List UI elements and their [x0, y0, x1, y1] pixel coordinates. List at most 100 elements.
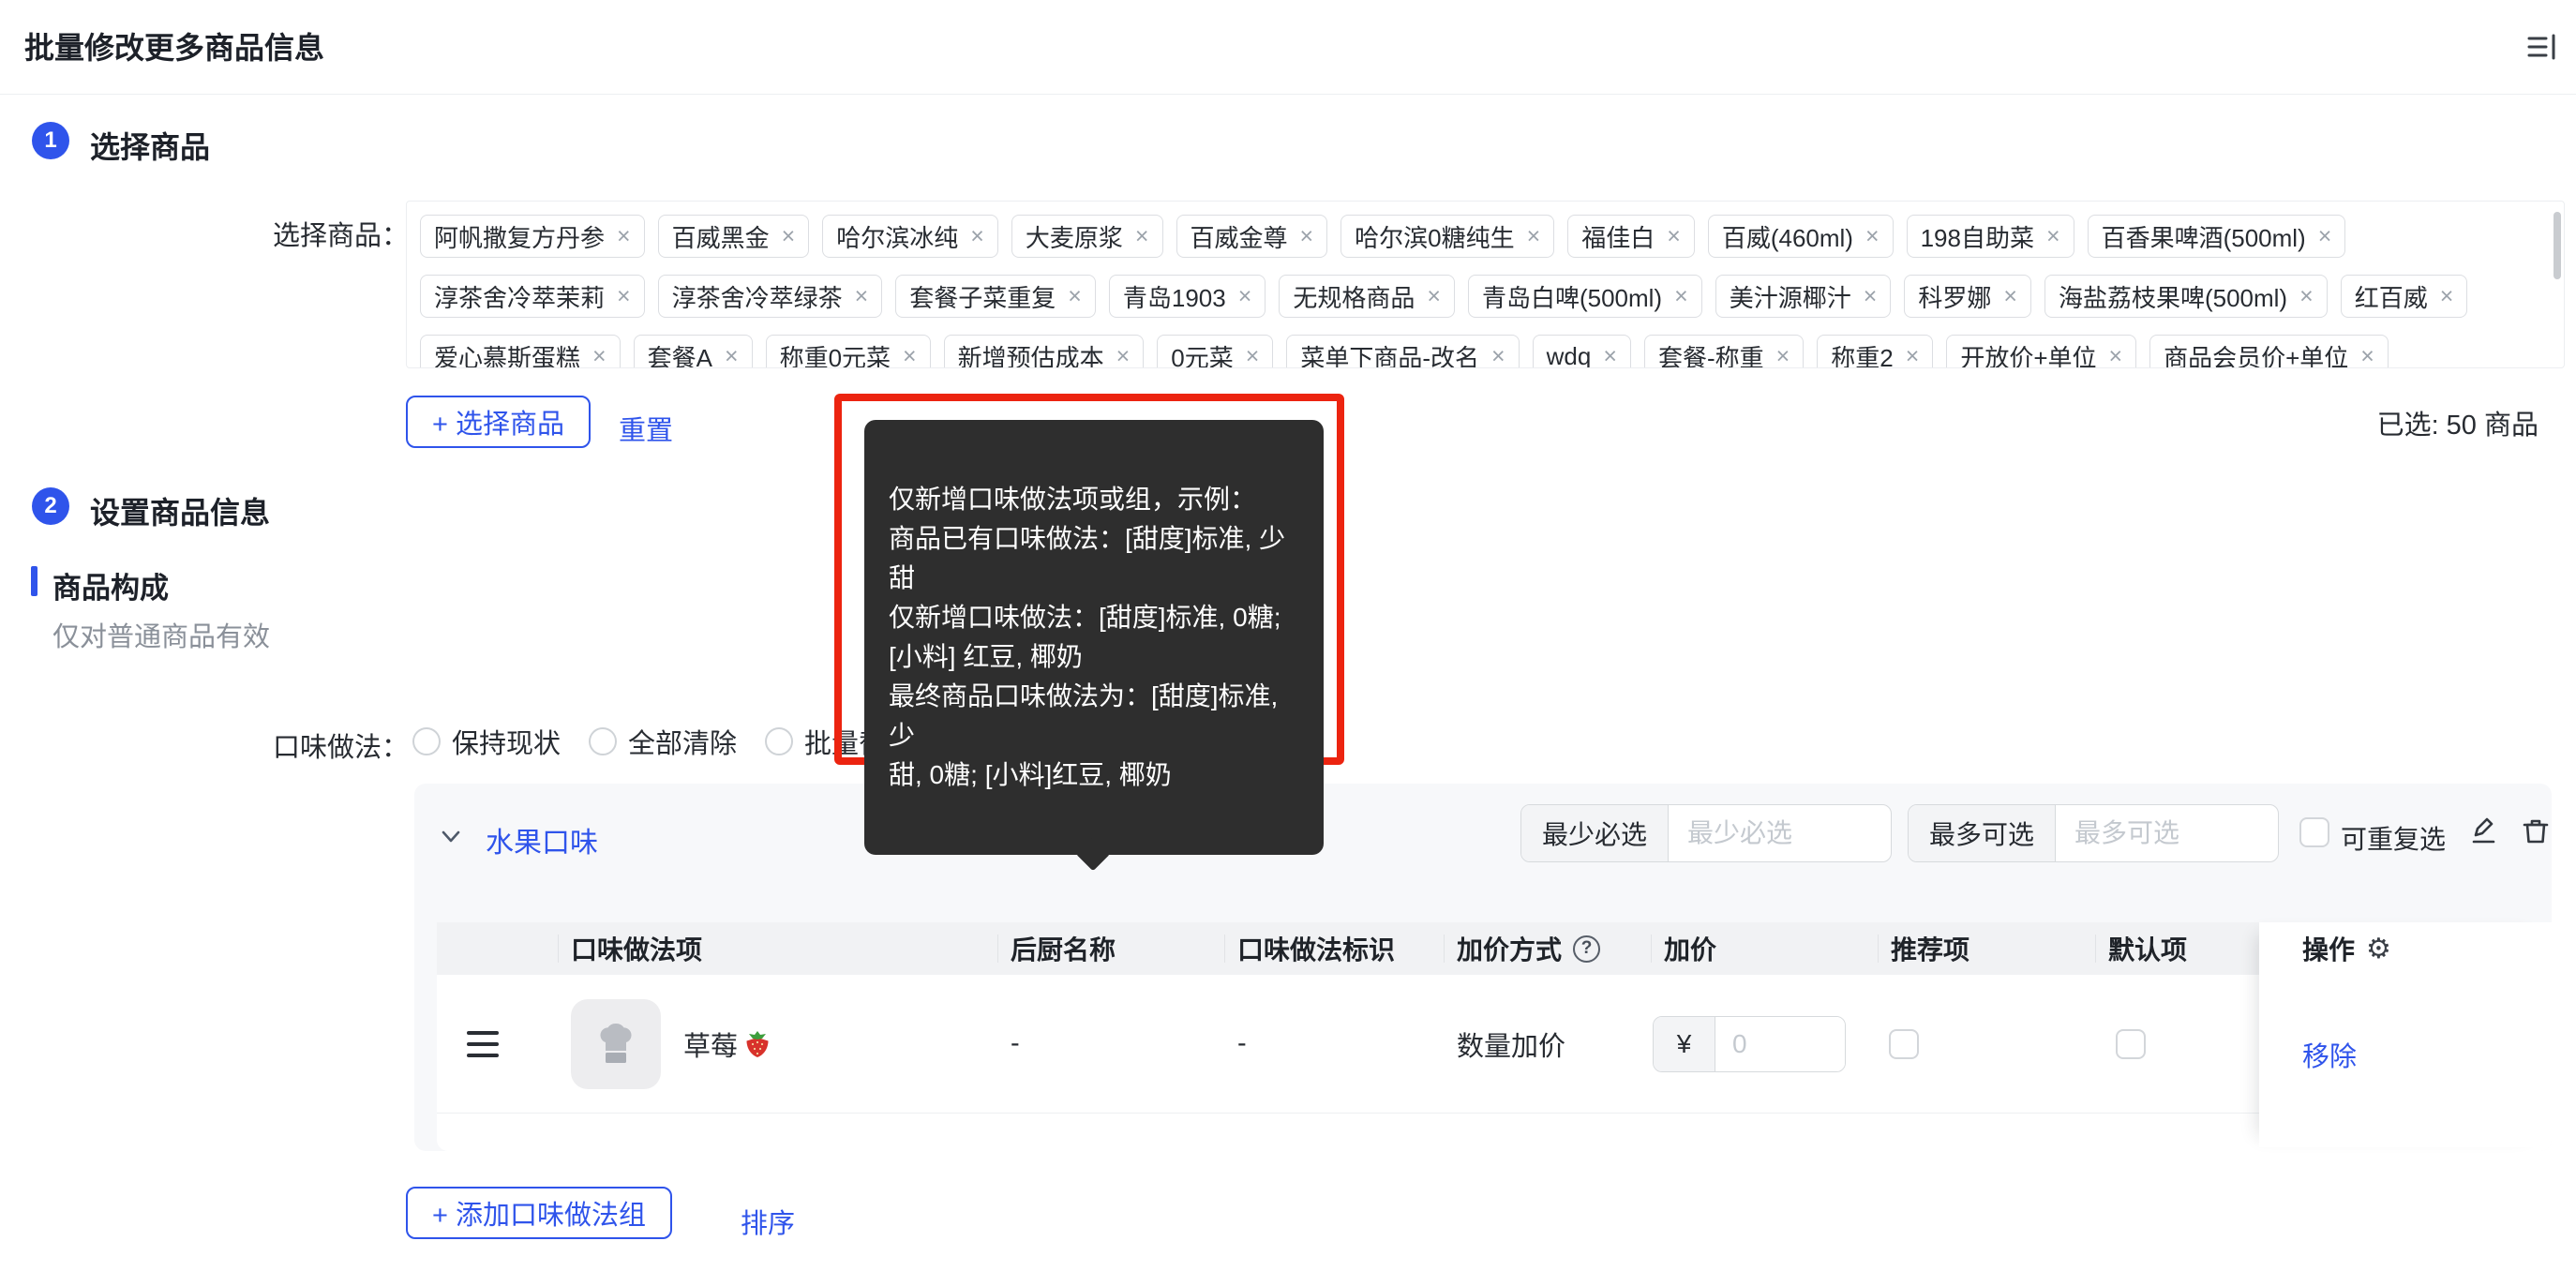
remove-tag-icon[interactable]: ×	[970, 223, 984, 250]
radio-keep-current[interactable]: 保持现状	[412, 722, 561, 761]
remove-tag-icon[interactable]: ×	[1603, 343, 1617, 368]
tagbox-scrollbar[interactable]	[2554, 212, 2561, 279]
item-name: 草莓	[683, 1031, 739, 1062]
header-cell-drag	[437, 922, 558, 975]
product-tag: 开放价+单位 ×	[1946, 335, 2137, 368]
product-tag: 新增预估成本 ×	[943, 335, 1145, 368]
remove-tag-icon[interactable]: ×	[617, 223, 631, 250]
radio-icon[interactable]	[765, 727, 794, 755]
product-tag-label: 百威金尊	[1190, 223, 1288, 252]
remove-tag-icon[interactable]: ×	[1068, 283, 1082, 310]
repeatable-label: 可重复选	[2341, 825, 2447, 854]
remove-tag-icon[interactable]: ×	[855, 283, 869, 310]
min-select-group: 最少必选	[1520, 804, 1892, 862]
cell-item: 草莓	[558, 998, 997, 1089]
remove-tag-icon[interactable]: ×	[1776, 343, 1790, 368]
remove-tag-icon[interactable]: ×	[1491, 343, 1505, 368]
remove-tag-icon[interactable]: ×	[2299, 283, 2314, 310]
item-image-placeholder	[571, 998, 661, 1089]
repeatable-checkbox[interactable]	[2299, 817, 2329, 847]
product-tag-label: 百香果啤酒(500ml)	[2101, 223, 2306, 252]
select-products-button[interactable]: + 选择商品	[406, 396, 591, 448]
price-input-group: ¥	[1653, 1015, 1846, 1072]
remove-tag-icon[interactable]: ×	[2360, 343, 2374, 368]
remove-tag-icon[interactable]: ×	[2046, 223, 2060, 250]
product-tag-label: 美汁源椰汁	[1729, 283, 1851, 312]
remove-tag-icon[interactable]: ×	[1116, 343, 1131, 368]
chevron-down-icon[interactable]	[439, 825, 463, 849]
radio-icon[interactable]	[589, 727, 618, 755]
step-2-title: 设置商品信息	[90, 496, 271, 530]
product-tag: 套餐子菜重复 ×	[895, 275, 1096, 318]
product-tag-label: 爱心慕斯蛋糕	[434, 343, 581, 368]
selected-products-box[interactable]: 阿帆撒复方丹参 × 百威黑金 × 哈尔滨冰纯 × 大麦原浆 × 百威金尊 × 哈…	[406, 201, 2565, 368]
radio-icon[interactable]	[412, 727, 441, 755]
remove-tag-icon[interactable]: ×	[617, 283, 631, 310]
remove-tag-icon[interactable]: ×	[1527, 223, 1541, 250]
remove-tag-icon[interactable]: ×	[1864, 283, 1878, 310]
remove-tag-icon[interactable]: ×	[2003, 283, 2017, 310]
product-tag: 称重2 ×	[1817, 335, 1934, 368]
remove-tag-icon[interactable]: ×	[592, 343, 607, 368]
cell-kitchen-name: -	[1011, 1028, 1020, 1058]
product-tag: 无规格商品 ×	[1279, 275, 1455, 318]
product-tag: 百威金尊 ×	[1176, 215, 1328, 258]
radio-clear-all[interactable]: 全部清除	[589, 722, 737, 761]
currency-addon: ¥	[1654, 1016, 1715, 1071]
chef-hat-icon	[600, 1023, 632, 1063]
delete-icon[interactable]	[2520, 815, 2552, 847]
max-select-input[interactable]	[2056, 805, 2278, 861]
select-products-label: 选择商品：	[272, 221, 409, 251]
product-tag-label: 科罗娜	[1918, 283, 1992, 312]
remove-tag-icon[interactable]: ×	[1674, 283, 1688, 310]
product-tag: 百威(460ml) ×	[1707, 215, 1894, 258]
remove-tag-icon[interactable]: ×	[1865, 223, 1880, 250]
header-cell-recommended: 推荐项	[1878, 922, 2095, 975]
recommended-checkbox[interactable]	[1889, 1028, 1919, 1059]
min-select-input[interactable]	[1669, 805, 1891, 861]
product-tag-label: 红百威	[2354, 283, 2428, 312]
gear-icon[interactable]: ⚙	[2366, 933, 2391, 965]
product-tag: 红百威 ×	[2340, 275, 2468, 318]
edit-icon[interactable]	[2467, 815, 2499, 847]
add-flavor-group-button[interactable]: + 添加口味做法组	[406, 1187, 672, 1239]
cell-price-method: 数量加价	[1457, 1031, 1566, 1062]
sort-link[interactable]: 排序	[741, 1202, 795, 1241]
drag-handle-icon[interactable]	[467, 1030, 499, 1057]
product-tag-label: 商品会员价+单位	[2164, 343, 2349, 368]
price-input[interactable]	[1715, 1016, 1845, 1071]
remove-tag-icon[interactable]: ×	[1427, 283, 1441, 310]
remove-tag-icon[interactable]: ×	[2318, 223, 2332, 250]
product-tag-label: 套餐-称重	[1657, 343, 1764, 368]
remove-tag-icon[interactable]: ×	[1667, 223, 1681, 250]
product-tag-label: 套餐A	[647, 343, 712, 368]
remove-tag-icon[interactable]: ×	[1300, 223, 1314, 250]
product-tag-label: 哈尔滨0糖纯生	[1355, 223, 1515, 252]
product-tag: 套餐A ×	[633, 335, 753, 368]
remove-tag-icon[interactable]: ×	[1246, 343, 1260, 368]
remove-tag-icon[interactable]: ×	[782, 223, 796, 250]
reset-link[interactable]: 重置	[619, 409, 673, 448]
max-select-addon: 最多可选	[1909, 805, 2057, 861]
product-tag-label: 开放价+单位	[1960, 343, 2097, 368]
default-checkbox[interactable]	[2116, 1028, 2146, 1059]
remove-tag-icon[interactable]: ×	[725, 343, 739, 368]
product-tag: 套餐-称重 ×	[1643, 335, 1805, 368]
product-tag: 福佳白 ×	[1567, 215, 1695, 258]
remove-tag-icon[interactable]: ×	[1906, 343, 1920, 368]
flavor-group-panel: 水果口味 最少必选 最多可选 可重复选 口味做法项 后厨名称	[414, 784, 2552, 1151]
remove-tag-icon[interactable]: ×	[903, 343, 917, 368]
flavor-group-name[interactable]: 水果口味	[486, 819, 598, 860]
header-divider	[0, 94, 2576, 95]
product-tag: 海盐荔枝果啤(500ml) ×	[2044, 275, 2328, 318]
header-cell-flavor-mark: 口味做法标识	[1224, 922, 1444, 975]
selected-count: 已选: 50 商品	[2376, 411, 2539, 441]
remove-tag-icon[interactable]: ×	[1238, 283, 1252, 310]
remove-row-link[interactable]: 移除	[2302, 1035, 2357, 1074]
remove-tag-icon[interactable]: ×	[1135, 223, 1149, 250]
remove-tag-icon[interactable]: ×	[2440, 283, 2454, 310]
remove-tag-icon[interactable]: ×	[2109, 343, 2123, 368]
help-icon[interactable]: ?	[1573, 935, 1601, 963]
collapse-panel-icon[interactable]	[2524, 28, 2561, 66]
header-cell-price-method: 加价方式 ?	[1444, 922, 1651, 975]
